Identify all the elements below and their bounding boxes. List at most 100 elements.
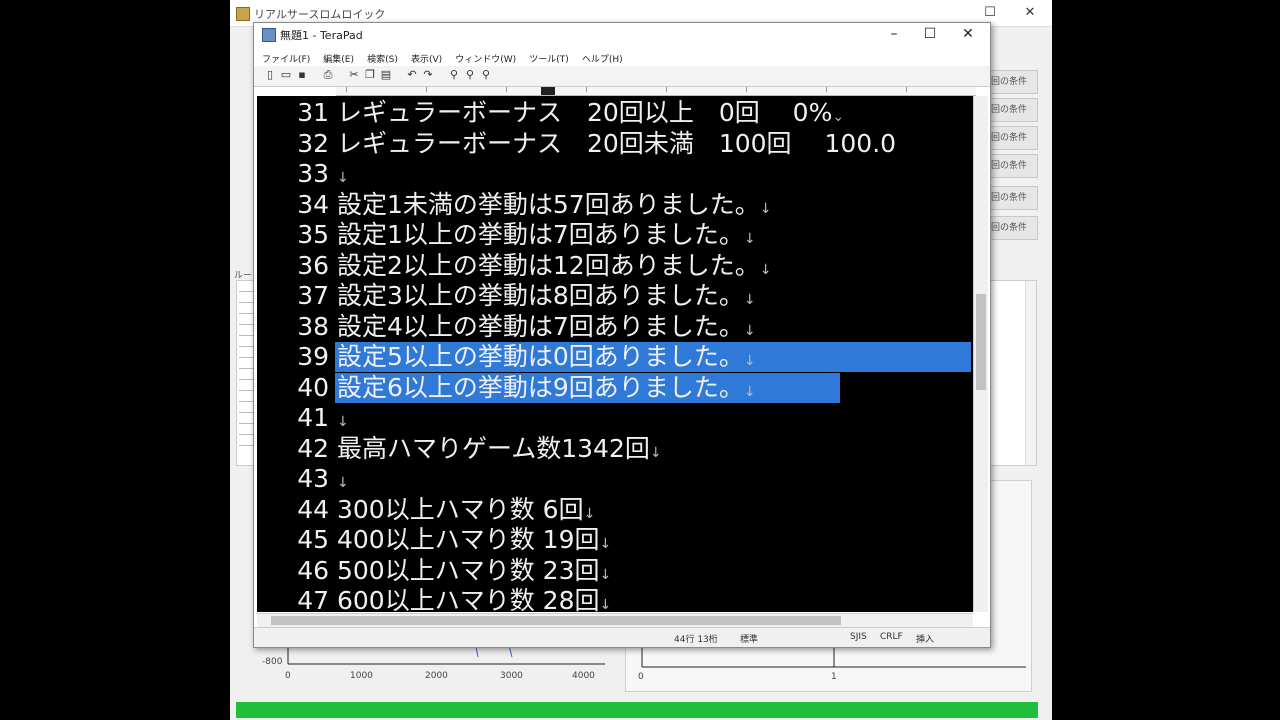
line-text: 600以上ハマり数 28回↓ — [337, 586, 611, 612]
line-content: 600以上ハマり数 28回 — [337, 586, 600, 612]
status-insert-mode: 挿入 — [916, 635, 935, 645]
close-icon[interactable]: ✕ — [1010, 2, 1050, 24]
line-number: 44 — [297, 494, 329, 524]
maximize-icon[interactable]: ☐ — [912, 23, 948, 45]
newline-marker: ↓ — [337, 475, 349, 491]
line-text: 設定3以上の挙動は8回ありました。↓ — [337, 281, 756, 315]
list-scrollbar[interactable] — [1025, 281, 1036, 465]
editor-line[interactable]: 45 400以上ハマり数 19回↓ — [257, 525, 973, 555]
line-number: 33 — [297, 159, 329, 188]
redo-icon[interactable]: ↷ — [422, 69, 434, 81]
newline-marker: ⌄ — [832, 109, 845, 125]
line-number: 39 — [297, 342, 329, 371]
close-icon[interactable]: ✕ — [950, 23, 986, 45]
app-icon — [236, 7, 250, 21]
line-text: ↓ — [337, 159, 349, 193]
newline-marker: ↓ — [759, 261, 772, 278]
chart-left-tick-1: 1000 — [350, 671, 373, 681]
find-icon[interactable]: ⚲ — [448, 69, 460, 81]
progress-bar — [236, 702, 1038, 718]
open-icon[interactable]: ▭ — [280, 69, 292, 81]
editor-line[interactable]: 42 最高ハマりゲーム数1342回↓ — [257, 434, 973, 464]
line-number: 32 — [297, 128, 329, 158]
editor-line[interactable]: 46 500以上ハマり数 23回↓ — [257, 556, 973, 586]
newline-marker: ↓ — [759, 200, 772, 217]
background-list[interactable] — [985, 280, 1037, 466]
editor-line[interactable]: 44 300以上ハマり数 6回↓ — [257, 495, 973, 525]
undo-icon[interactable]: ↶ — [406, 69, 418, 81]
maximize-icon[interactable]: ☐ — [970, 2, 1010, 24]
editor-line[interactable]: 35 設定1以上の挙動は7回ありました。↓ — [257, 220, 973, 250]
editor-line[interactable]: 36 設定2以上の挙動は12回ありました。↓ — [257, 251, 973, 281]
editor-line[interactable]: 34 設定1未満の挙動は57回ありました。↓ — [257, 190, 973, 220]
line-number: 37 — [297, 281, 329, 310]
paste-icon[interactable]: ▤ — [380, 69, 392, 81]
status-encoding: 標準 — [740, 635, 759, 645]
chart-right-tick-1: 1 — [831, 672, 837, 682]
newline-marker: ↓ — [743, 383, 756, 400]
editor-line[interactable]: 37 設定3以上の挙動は8回ありました。↓ — [257, 281, 973, 311]
line-text: 設定4以上の挙動は7回ありました。↓ — [337, 312, 756, 346]
status-bar: 44行 13桁 標準 SJIS CRLF 挿入 — [254, 627, 990, 647]
save-icon[interactable]: ▪ — [296, 69, 308, 81]
editor-line[interactable]: 38 設定4以上の挙動は7回ありました。↓ — [257, 312, 973, 342]
line-content: 400以上ハマり数 19回 — [337, 525, 600, 554]
editor-line[interactable]: 40 設定6以上の挙動は9回ありました。↓ — [257, 372, 973, 403]
print-icon[interactable]: ⎙ — [322, 69, 334, 81]
line-number: 45 — [297, 525, 329, 554]
editor-window: 無題1 - TeraPad – ☐ ✕ ファイル(F) 編集(E) 検索(S) … — [253, 22, 991, 648]
line-text: 最高ハマりゲーム数1342回↓ — [337, 434, 662, 468]
line-text: 500以上ハマり数 23回↓ — [337, 556, 611, 590]
line-content: レギュラーボーナス 20回以上 0回 0% — [337, 98, 833, 127]
copy-icon[interactable]: ❐ — [364, 69, 376, 81]
line-number: 35 — [297, 220, 329, 249]
line-content: 設定5以上の挙動は0回ありました。 — [337, 342, 744, 371]
menu-bar: ファイル(F) 編集(E) 検索(S) 表示(V) ウィンドウ(W) ツール(T… — [254, 47, 990, 65]
newline-marker: ↓ — [337, 170, 349, 186]
horizontal-scroll-thumb[interactable] — [271, 616, 841, 625]
editor-line[interactable]: 39 設定5以上の挙動は0回ありました。↓ — [257, 342, 973, 372]
line-text: 設定6以上の挙動は9回ありました。↓ — [337, 373, 756, 407]
newline-marker: ↓ — [649, 444, 662, 461]
newline-marker: ↓ — [743, 353, 756, 369]
line-number: 43 — [297, 464, 329, 493]
editor-line[interactable]: 33 ↓ — [257, 159, 973, 189]
line-number: 47 — [297, 586, 329, 612]
chart-left-y-label: -800 — [262, 657, 283, 667]
line-number: 42 — [297, 433, 329, 463]
ruler-cursor — [541, 87, 555, 95]
line-text: 400以上ハマり数 19回↓ — [337, 525, 611, 559]
editor-line[interactable]: 47 600以上ハマり数 28回↓ — [257, 586, 973, 612]
cut-icon[interactable]: ✂ — [348, 69, 360, 81]
line-content: 最高ハマりゲーム数1342回 — [337, 433, 650, 463]
line-number: 41 — [297, 403, 329, 432]
vertical-scroll-thumb[interactable] — [976, 294, 986, 390]
vertical-scrollbar[interactable] — [973, 96, 988, 612]
line-text: 設定1以上の挙動は7回ありました。↓ — [337, 220, 756, 254]
new-icon[interactable]: ▯ — [264, 69, 276, 81]
line-content: 設定1以上の挙動は7回ありました。 — [337, 220, 744, 249]
newline-marker: ↓ — [743, 292, 756, 308]
find-next-icon[interactable]: ⚲ — [464, 69, 476, 81]
editor-line[interactable]: 43 ↓ — [257, 464, 973, 494]
line-content: 設定1未満の挙動は57回ありました。 — [337, 189, 760, 219]
editor-line[interactable]: 31 レギュラーボーナス 20回以上 0回 0%⌄ — [257, 98, 973, 128]
line-number: 38 — [297, 311, 329, 341]
text-editor-area[interactable]: 31 レギュラーボーナス 20回以上 0回 0%⌄ 32 レギュラーボーナス 20回未… — [257, 96, 973, 612]
chart-left-tick-3: 3000 — [500, 671, 523, 681]
line-number: 36 — [297, 250, 329, 280]
minimize-icon[interactable]: – — [876, 23, 912, 45]
editor-title: 無題1 - TeraPad — [280, 29, 363, 42]
editor-title-bar: 無題1 - TeraPad – ☐ ✕ — [254, 23, 990, 45]
column-ruler — [336, 87, 976, 96]
line-content: 設定3以上の挙動は8回ありました。 — [337, 281, 744, 310]
editor-line[interactable]: 41 ↓ — [257, 403, 973, 433]
editor-line[interactable]: 32 レギュラーボーナス 20回未満 100回 100.0 — [257, 129, 973, 159]
line-text: 設定2以上の挙動は12回ありました。↓ — [337, 251, 771, 285]
line-number: 31 — [297, 98, 329, 127]
horizontal-scrollbar[interactable] — [257, 613, 973, 627]
toolbar: ▯ ▭ ▪ ⎙ ✂ ❐ ▤ ↶ ↷ ⚲ ⚲ ⚲ — [254, 66, 990, 87]
line-number: 34 — [297, 189, 329, 219]
replace-icon[interactable]: ⚲ — [480, 69, 492, 81]
chart-left-tick-2: 2000 — [425, 671, 448, 681]
